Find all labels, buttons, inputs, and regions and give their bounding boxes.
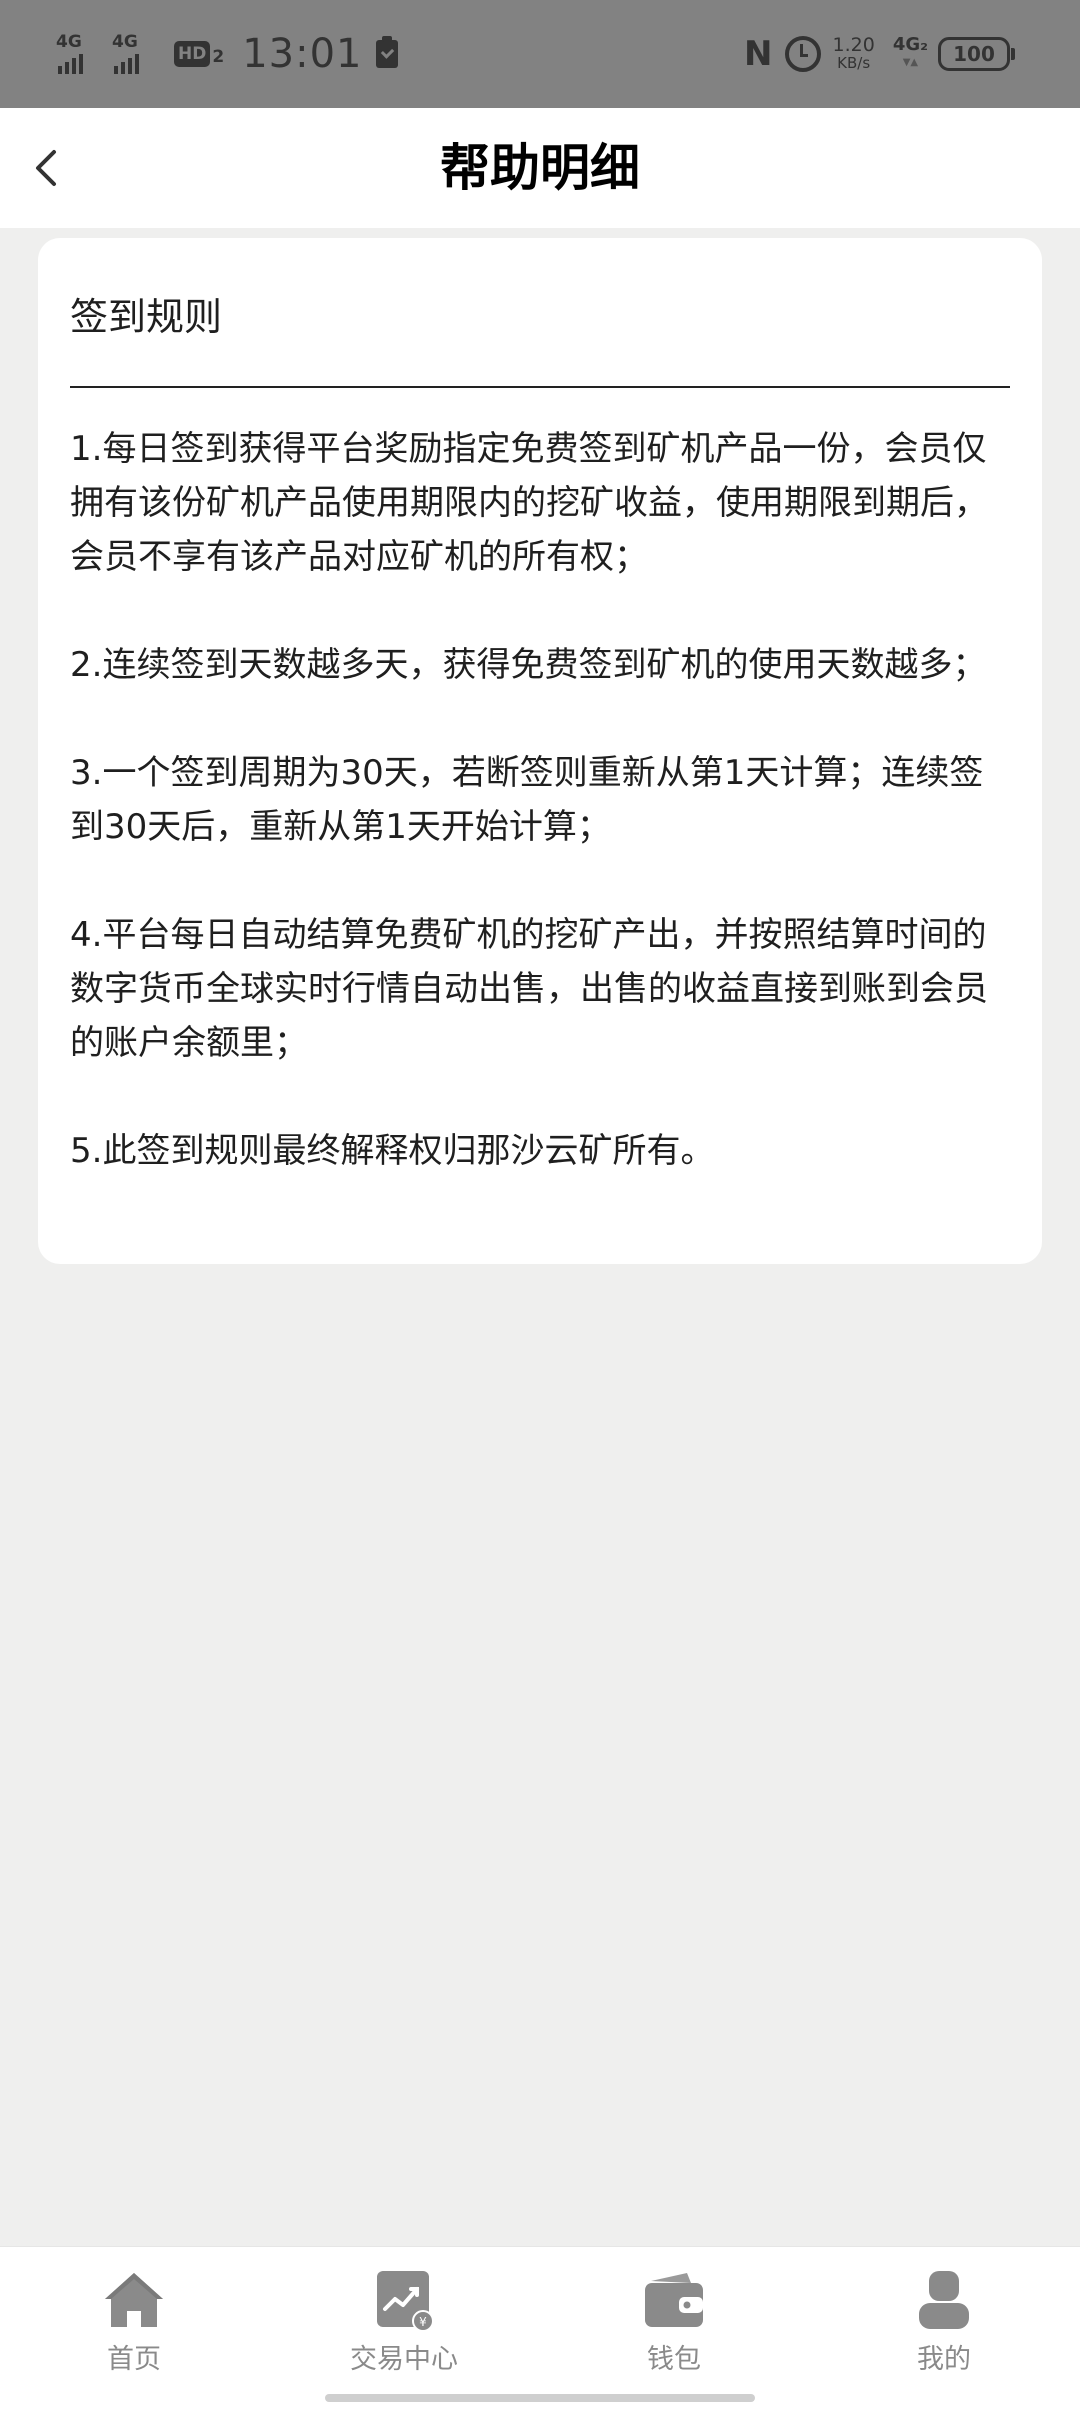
network-speed-value: 1.20 [832, 34, 875, 56]
rule-item: 5.此签到规则最终解释权归那沙云矿所有。 [70, 1131, 715, 1171]
nav-label: 交易中心 [350, 2344, 458, 2375]
rules-list: 1.每日签到获得平台奖励指定免费签到矿机产品一份，会员仅拥有该份矿机产品使用期限… [70, 422, 1015, 1232]
wallet-icon [645, 2273, 703, 2327]
rule-item: 1.每日签到获得平台奖励指定免费签到矿机产品一份，会员仅拥有该份矿机产品使用期限… [70, 429, 988, 577]
page-title: 帮助明细 [440, 139, 640, 197]
mobile-data-label: 4G₂ [892, 34, 928, 55]
clipboard-check-icon [376, 36, 399, 68]
battery-level: 100 [953, 42, 995, 66]
signal-strength-icon: 4G [112, 32, 164, 74]
network-speed-unit: KB/s [837, 54, 871, 72]
status-right-group: N 1.20 KB/s 4G₂ ▼▲ 100 [744, 0, 1015, 108]
rule-item: 4.平台每日自动结算免费矿机的挖矿产出，并按照结算时间的数字货币全球实时行情自动… [70, 915, 988, 1063]
nav-item-trade[interactable]: ¥ 交易中心 [304, 2269, 504, 2376]
card-divider [70, 386, 1010, 388]
hd-sub-label: 2 [212, 47, 225, 67]
profile-icon [919, 2271, 969, 2329]
nav-item-wallet[interactable]: 钱包 [574, 2269, 774, 2376]
card-title: 签到规则 [70, 295, 223, 339]
status-left-group: 4G 4G HD 2 13:01 [56, 0, 399, 108]
nav-label: 钱包 [647, 2344, 701, 2375]
hd-voice-icon: HD 2 [174, 41, 224, 67]
nav-label: 我的 [917, 2344, 971, 2375]
battery-icon: 100 [938, 37, 1015, 71]
signal-strength-icon: 4G [56, 32, 108, 74]
app-header: 帮助明细 [0, 108, 1080, 228]
rules-card: 签到规则 1.每日签到获得平台奖励指定免费签到矿机产品一份，会员仅拥有该份矿机产… [38, 238, 1042, 1264]
hd-label: HD [174, 41, 211, 67]
mobile-data-icon: 4G₂ ▼▲ [892, 34, 928, 69]
rule-item: 3.一个签到周期为30天，若断签则重新从第1天计算；连续签到30天后，重新从第1… [70, 753, 984, 847]
nav-label: 首页 [107, 2344, 161, 2375]
network-speed: 1.20 KB/s [832, 34, 875, 73]
signal-type-label: 4G [56, 32, 82, 52]
signal-type-label: 4G [112, 32, 138, 52]
trade-chart-icon: ¥ [377, 2271, 434, 2331]
alarm-icon [784, 36, 821, 72]
status-bar: 4G 4G HD 2 13:01 N 1.20 KB/s 4G₂ ▼▲ 100 [0, 0, 1080, 108]
home-icon [105, 2273, 163, 2327]
home-indicator[interactable] [325, 2394, 755, 2402]
rule-item: 2.连续签到天数越多天，获得免费签到矿机的使用天数越多； [70, 645, 987, 685]
svg-text:¥: ¥ [419, 2315, 427, 2329]
status-time: 13:01 [242, 31, 363, 77]
nfc-icon: N [744, 34, 773, 74]
nav-item-home[interactable]: 首页 [34, 2269, 234, 2376]
nav-item-mine[interactable]: 我的 [844, 2269, 1044, 2376]
bottom-nav: 首页 ¥ 交易中心 钱包 我的 [0, 2246, 1080, 2409]
